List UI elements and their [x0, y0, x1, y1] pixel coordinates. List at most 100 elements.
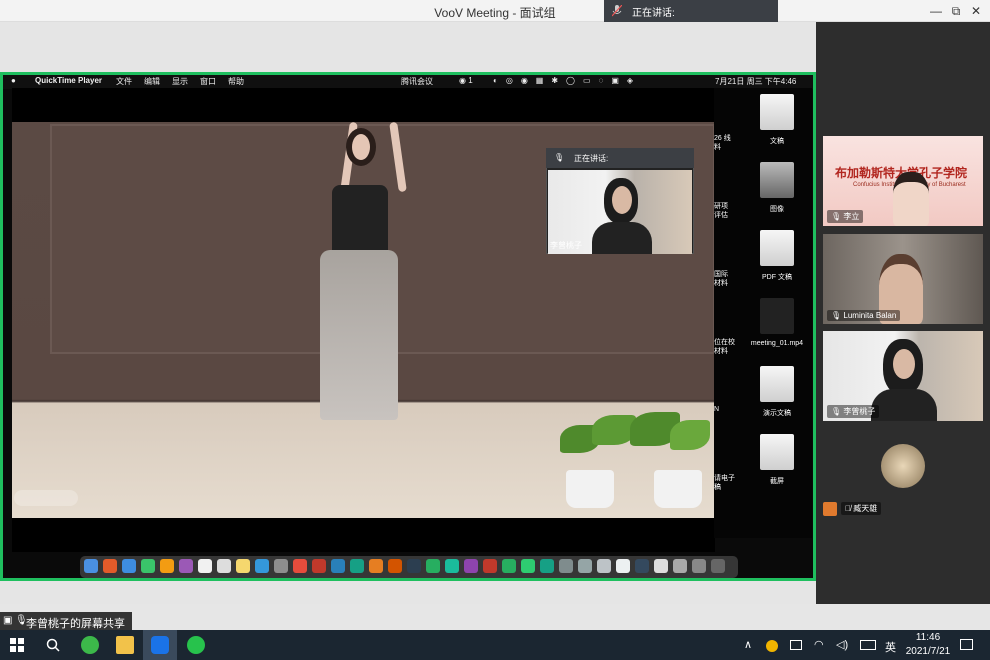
notification-icon[interactable]	[960, 639, 973, 650]
search-icon[interactable]	[46, 638, 60, 652]
dock-app-icon[interactable]	[540, 559, 554, 573]
mac-menubar: ● QuickTime Player 文件 编辑 显示 窗口 帮助 腾讯会议 ◉…	[3, 75, 813, 89]
dock-app-icon[interactable]	[464, 559, 478, 573]
person-figure	[893, 172, 929, 226]
dock-app-icon[interactable]	[445, 559, 459, 573]
dock-app-icon[interactable]	[635, 559, 649, 573]
desktop-icon-label: 截屏	[770, 478, 784, 485]
mic-icon: 🎙	[554, 153, 565, 162]
dock-app-icon[interactable]	[198, 559, 212, 573]
dock-app-icon[interactable]	[217, 559, 231, 573]
dock-app-icon[interactable]	[711, 559, 725, 573]
close-button[interactable]: ✕	[966, 3, 986, 19]
dock-app-icon[interactable]	[654, 559, 668, 573]
participant-tile[interactable]: 布加勒斯特大学孔子学院 Confucius Institute Universi…	[823, 136, 983, 226]
partial-label: 材料	[714, 348, 728, 355]
screenshot-icon[interactable]	[760, 434, 794, 470]
participant-name: 🎙 李立	[827, 210, 864, 223]
participant-tile[interactable]: 🎙̸ 臧天雄	[823, 428, 983, 518]
participant-name: 🎙 李曾桃子	[827, 405, 880, 418]
mic-muted-icon: 🎙̸	[845, 504, 854, 513]
menubar-app-name[interactable]: QuickTime Player	[35, 76, 102, 85]
person-body	[592, 222, 652, 254]
restore-button[interactable]: ⧉	[946, 3, 966, 19]
dock-app-icon[interactable]	[255, 559, 269, 573]
mic-icon: 🎙	[831, 212, 844, 221]
menu-view[interactable]: 显示	[172, 76, 188, 87]
partial-labels: 位在校 材料	[714, 338, 735, 356]
dock-app-icon[interactable]	[597, 559, 611, 573]
taskbar-date[interactable]: 2021/7/21	[902, 646, 954, 657]
browser-icon[interactable]	[81, 636, 99, 654]
avatar	[881, 444, 925, 488]
dock-app-icon[interactable]	[692, 559, 706, 573]
battery-icon[interactable]	[790, 640, 802, 650]
document-icon[interactable]	[760, 94, 794, 130]
volume-icon[interactable]: ◁)	[836, 638, 848, 651]
windows-start-icon[interactable]	[10, 638, 24, 652]
dock-app-icon[interactable]	[578, 559, 592, 573]
partial-labels: 研项 评估	[714, 202, 728, 220]
plant-pot	[566, 470, 614, 508]
plant-leaves	[670, 420, 710, 450]
dock-app-icon[interactable]	[369, 559, 383, 573]
dock-app-icon[interactable]	[350, 559, 364, 573]
plant-pot	[654, 470, 702, 508]
dock-app-icon[interactable]	[293, 559, 307, 573]
menu-help[interactable]: 帮助	[228, 76, 244, 87]
participant-name: 🎙 Luminita Balan	[827, 310, 901, 321]
dock-app-icon[interactable]	[331, 559, 345, 573]
window-title: VooV Meeting - 面试组	[434, 6, 556, 20]
chevron-up-icon[interactable]: ∧	[744, 638, 752, 651]
dock-app-icon[interactable]	[616, 559, 630, 573]
ime-indicator[interactable]: 英	[885, 639, 896, 655]
dock-app-icon[interactable]	[673, 559, 687, 573]
participant-tile[interactable]: 🎙 李曾桃子	[823, 331, 983, 421]
tray-app-icon[interactable]	[766, 640, 778, 652]
dock-app-icon[interactable]	[502, 559, 516, 573]
menu-file[interactable]: 文件	[116, 76, 132, 87]
dock-app-icon[interactable]	[84, 559, 98, 573]
dock-app-icon[interactable]	[103, 559, 117, 573]
dock-app-icon[interactable]	[236, 559, 250, 573]
mic-icon: 🎙	[831, 407, 844, 416]
participant-name: 🎙̸ 臧天雄	[841, 502, 882, 515]
dock-app-icon[interactable]	[274, 559, 288, 573]
dock-app-icon[interactable]	[559, 559, 573, 573]
image-icon[interactable]	[760, 162, 794, 198]
keyboard-icon[interactable]	[860, 640, 876, 650]
menu-edit[interactable]: 编辑	[144, 76, 160, 87]
dock-app-icon[interactable]	[483, 559, 497, 573]
taskbar-time[interactable]: 11:46	[906, 632, 950, 643]
dock-app-icon[interactable]	[160, 559, 174, 573]
partial-label: 请电子	[714, 475, 735, 482]
dock-app-icon[interactable]	[122, 559, 136, 573]
inset-header-label: 正在讲话:	[574, 154, 609, 163]
share-icon: ▣	[3, 615, 13, 626]
menu-window[interactable]: 窗口	[200, 76, 216, 87]
folder-icon[interactable]	[116, 636, 134, 654]
wechat-icon[interactable]	[187, 636, 205, 654]
wifi-icon[interactable]: ◠	[814, 638, 824, 651]
dock-app-icon[interactable]	[426, 559, 440, 573]
presentation-icon[interactable]	[760, 366, 794, 402]
dock-app-icon[interactable]	[388, 559, 402, 573]
voov-icon[interactable]	[151, 636, 169, 654]
menubar-clock: 7月21日 周三 下午4:46	[715, 77, 797, 86]
dancer-top	[332, 185, 388, 255]
participant-tile[interactable]: 🎙 Luminita Balan	[823, 234, 983, 324]
window-titlebar: VooV Meeting - 面试组 — ⧉ ✕	[0, 0, 990, 22]
pdf-icon[interactable]	[760, 230, 794, 266]
dock-app-icon[interactable]	[312, 559, 326, 573]
apple-icon: ●	[11, 76, 16, 85]
dock-app-icon[interactable]	[179, 559, 193, 573]
status-icons: ◐◎◉▦✱◯▭◌▣◈	[493, 76, 642, 85]
minimize-button[interactable]: —	[926, 3, 946, 19]
person-face	[612, 186, 632, 214]
dock-app-icon[interactable]	[521, 559, 535, 573]
video-file-icon[interactable]	[760, 298, 794, 334]
video-controls[interactable]	[14, 490, 78, 506]
dock-app-icon[interactable]	[141, 559, 155, 573]
dock-app-icon[interactable]	[407, 559, 421, 573]
desktop-icon-label: meeting_01.mp4	[750, 340, 804, 347]
